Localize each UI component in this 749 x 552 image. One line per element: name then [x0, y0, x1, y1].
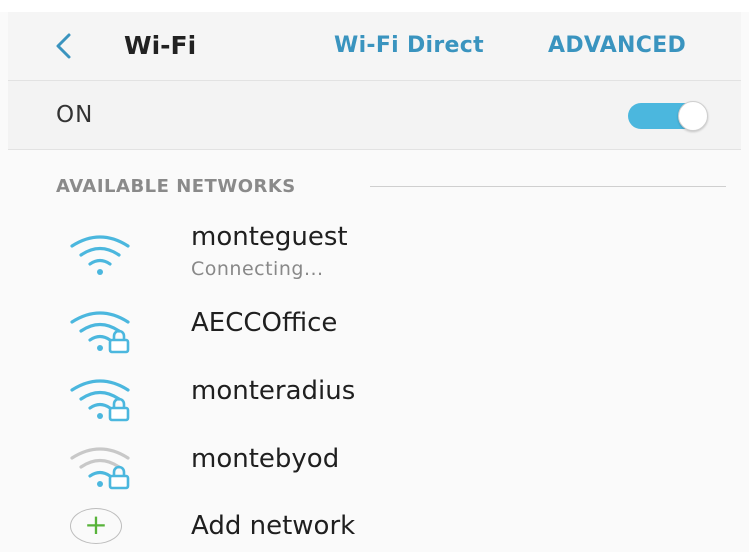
network-name: monteradius	[191, 376, 356, 406]
network-name: montebyod	[191, 444, 340, 474]
wifi-signal-icon	[70, 235, 130, 275]
network-name: AECCOffice	[191, 308, 338, 338]
network-name: monteguest	[191, 222, 348, 252]
network-item-aeccoffice[interactable]: AECCOffice	[8, 300, 741, 358]
advanced-button[interactable]: ADVANCED	[548, 33, 686, 58]
section-header: AVAILABLE NETWORKS	[56, 176, 296, 197]
wifi-master-switch-row[interactable]: ON	[8, 81, 741, 150]
add-network-label[interactable]: Add network	[191, 511, 355, 541]
wifi-direct-button[interactable]: Wi-Fi Direct	[334, 33, 484, 58]
section-divider	[370, 186, 726, 187]
back-button[interactable]	[48, 30, 80, 62]
network-item-monteguest[interactable]: monteguest Connecting...	[8, 220, 741, 288]
wifi-settings-screen: Wi-Fi Wi-Fi Direct ADVANCED ON AVAILABLE…	[0, 0, 749, 552]
back-chevron-icon	[56, 33, 71, 59]
status-strip	[0, 0, 749, 12]
plus-icon: +	[84, 508, 108, 541]
add-network-button[interactable]: +	[70, 508, 122, 544]
app-bar: Wi-Fi Wi-Fi Direct ADVANCED	[8, 12, 741, 81]
wifi-weak-secured-icon	[70, 447, 130, 490]
network-item-montebyod[interactable]: montebyod	[8, 436, 741, 494]
wifi-secured-icon	[70, 379, 130, 422]
network-status: Connecting...	[191, 258, 324, 280]
network-item-monteradius[interactable]: monteradius	[8, 368, 741, 426]
page-title: Wi-Fi	[124, 31, 197, 60]
switch-label: ON	[56, 102, 94, 128]
wifi-toggle[interactable]	[628, 101, 708, 131]
toggle-knob	[678, 101, 708, 131]
wifi-secured-icon	[70, 311, 130, 354]
available-networks-section: AVAILABLE NETWORKS monteguest Connecting…	[8, 150, 741, 552]
